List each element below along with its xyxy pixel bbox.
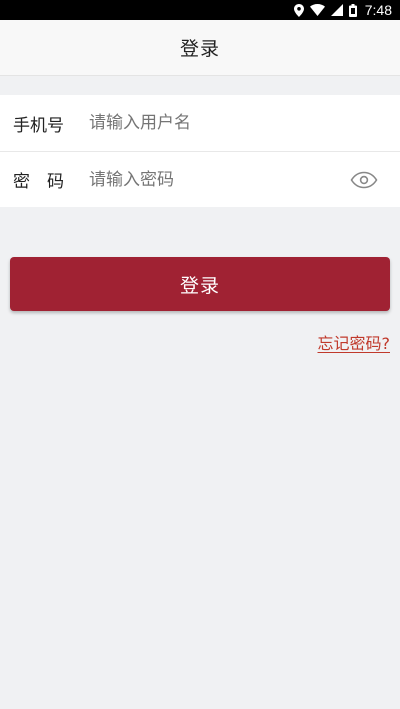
password-label: 密码 — [13, 172, 81, 192]
location-icon — [293, 3, 304, 17]
phone-label: 手机号 — [13, 115, 64, 136]
eye-icon[interactable] — [350, 171, 378, 189]
login-form: 手机号 密码 — [0, 95, 400, 207]
phone-input[interactable] — [89, 113, 400, 133]
password-row: 密码 — [0, 151, 400, 207]
phone-row: 手机号 — [0, 95, 400, 151]
signal-icon — [330, 4, 343, 16]
status-bar: 7:48 — [0, 0, 400, 20]
login-button[interactable]: 登录 — [10, 257, 390, 311]
page-title: 登录 — [179, 38, 220, 60]
battery-icon — [348, 3, 357, 17]
app-bar: 登录 — [0, 20, 400, 76]
status-time: 7:48 — [364, 2, 392, 18]
forgot-password-link[interactable]: 忘记密码? — [318, 330, 391, 354]
wifi-icon — [309, 4, 325, 16]
